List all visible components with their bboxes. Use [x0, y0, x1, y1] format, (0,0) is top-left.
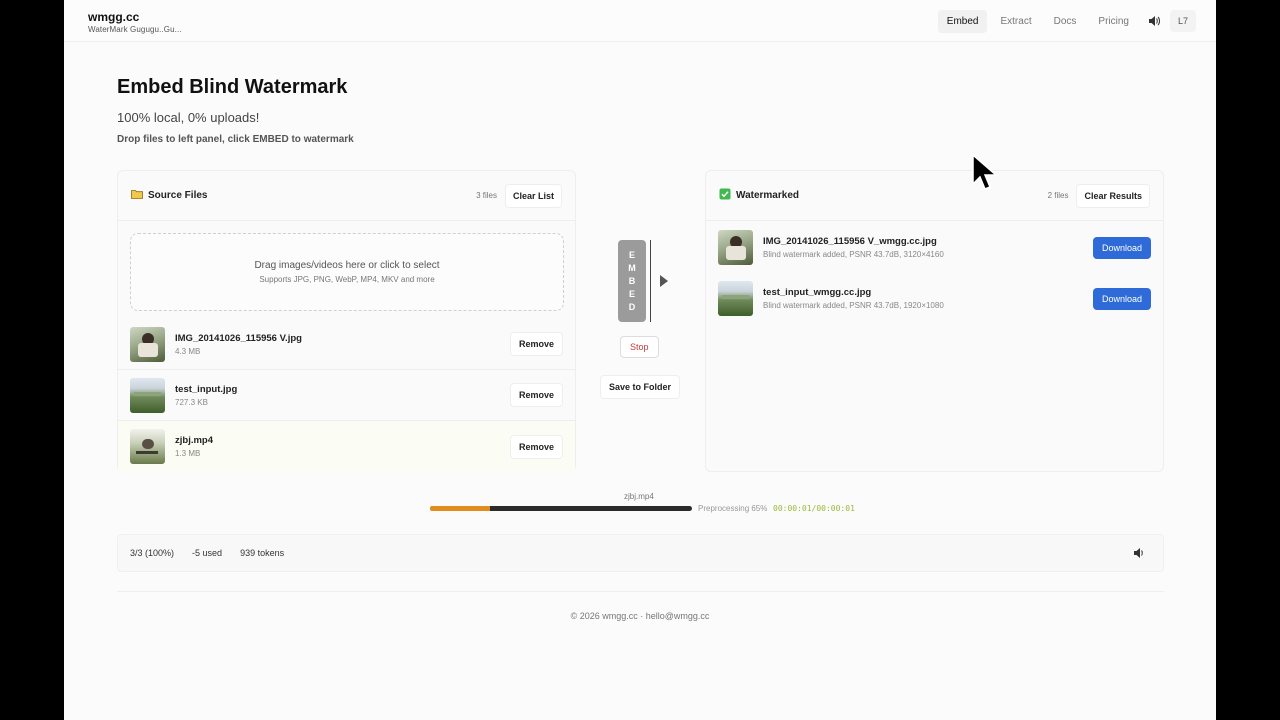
clear-list-button[interactable]: Clear List — [504, 183, 562, 208]
embed-divider — [650, 240, 651, 322]
progress-time: 00:00:01/00:00:01 — [773, 504, 855, 513]
nav-pricing[interactable]: Pricing — [1089, 10, 1138, 33]
remove-button[interactable]: Remove — [509, 434, 563, 459]
source-panel-header: Source Files 3 files Clear List — [118, 171, 575, 221]
footer-divider — [117, 591, 1164, 592]
status-tokens: 939 tokens — [240, 548, 285, 558]
nav-embed[interactable]: Embed — [937, 9, 988, 33]
result-file-info: Blind watermark added, PSNR 43.7dB, 3120… — [763, 250, 944, 259]
page-title: Embed Blind Watermark — [117, 76, 348, 98]
brand-tagline: WaterMark Gugugu..Gu... — [88, 25, 182, 34]
result-file-row: test_input_wmgg.cc.jpg Blind watermark a… — [706, 273, 1163, 324]
file-thumbnail — [718, 230, 753, 265]
status-bar: 3/3 (100%) -5 used 939 tokens — [117, 534, 1164, 572]
language-switch[interactable]: L7 — [1169, 10, 1196, 32]
progress-file-name: zjbj.mp4 — [624, 492, 654, 501]
embed-letter: M — [628, 262, 636, 273]
result-file-name: IMG_20141026_115956 V_wmgg.cc.jpg — [763, 236, 937, 247]
file-thumbnail — [130, 326, 165, 362]
stop-button[interactable]: Stop — [620, 336, 659, 358]
mouse-cursor-icon — [972, 153, 1000, 197]
embed-letter: D — [628, 301, 636, 312]
top-bar: wmgg.cc WaterMark Gugugu..Gu... Embed Ex… — [64, 0, 1216, 42]
result-file-info: Blind watermark added, PSNR 43.7dB, 1920… — [763, 301, 944, 310]
status-progress: 3/3 (100%) — [130, 548, 175, 558]
file-size: 727.3 KB — [175, 397, 208, 407]
result-file-row: IMG_20141026_115956 V_wmgg.cc.jpg Blind … — [706, 222, 1163, 273]
source-panel-title: Source Files — [148, 190, 208, 201]
file-name: zjbj.mp4 — [175, 435, 214, 446]
results-panel-header: Watermarked 2 files Clear Results — [706, 171, 1163, 221]
main-nav: Embed Extract Docs Pricing L7 — [937, 9, 1196, 33]
file-name: IMG_20141026_115956 V.jpg — [175, 332, 302, 344]
clear-results-button[interactable]: Clear Results — [1076, 183, 1150, 208]
status-used: -5 used — [192, 548, 223, 558]
embed-letter: B — [628, 275, 636, 286]
results-panel-title: Watermarked — [736, 190, 799, 201]
progress-fill — [430, 506, 491, 511]
file-name: test_input.jpg — [175, 383, 238, 395]
check-icon — [719, 188, 731, 203]
remove-button[interactable]: Remove — [509, 383, 563, 407]
page-hint: Drop files to left panel, click EMBED to… — [117, 134, 354, 145]
file-thumbnail — [718, 281, 753, 316]
footer-text: © 2026 wmgg.cc · hello@wmgg.cc — [570, 611, 710, 621]
arrow-right-icon — [660, 275, 668, 287]
embed-button[interactable]: E M B E D — [618, 240, 646, 322]
dropzone-formats: Supports JPG, PNG, WebP, MP4, MKV and mo… — [259, 275, 435, 284]
remove-button[interactable]: Remove — [509, 332, 563, 356]
source-file-count: 3 files — [476, 191, 497, 200]
source-file-row: test_input.jpg 727.3 KB Remove — [118, 370, 575, 421]
source-file-row: zjbj.mp4 1.3 MB Remove — [118, 421, 575, 472]
file-thumbnail — [130, 429, 165, 464]
embed-letter: E — [628, 288, 635, 299]
watermarked-panel: Watermarked 2 files Clear Results IMG_20… — [705, 170, 1164, 472]
file-size: 4.3 MB — [175, 346, 201, 356]
nav-docs[interactable]: Docs — [1045, 10, 1086, 33]
result-file-name: test_input_wmgg.cc.jpg — [763, 287, 872, 298]
save-to-folder-button[interactable]: Save to Folder — [600, 375, 681, 399]
file-size: 1.3 MB — [175, 449, 201, 458]
progress-bar — [430, 506, 692, 511]
results-file-count: 2 files — [1047, 191, 1069, 200]
page-subtitle: 100% local, 0% uploads! — [117, 110, 260, 125]
speaker-icon[interactable] — [1142, 9, 1166, 33]
source-files-panel: Source Files 3 files Clear List Drag ima… — [117, 170, 576, 472]
download-button[interactable]: Download — [1092, 236, 1151, 259]
page: wmgg.cc WaterMark Gugugu..Gu... Embed Ex… — [64, 0, 1216, 720]
brand-name: wmgg.cc — [88, 10, 140, 24]
progress-label: Preprocessing 65% — [698, 504, 768, 513]
file-dropzone[interactable]: Drag images/videos here or click to sele… — [130, 233, 564, 311]
brand-logo[interactable]: wmgg.cc WaterMark Gugugu..Gu... — [88, 10, 182, 34]
nav-extract[interactable]: Extract — [991, 10, 1040, 33]
file-thumbnail — [130, 377, 165, 413]
embed-letter: E — [628, 249, 635, 260]
source-file-row: IMG_20141026_115956 V.jpg 4.3 MB Remove — [118, 319, 575, 370]
download-button[interactable]: Download — [1092, 287, 1151, 310]
folder-icon — [131, 189, 143, 202]
speaker-icon[interactable] — [1133, 547, 1145, 562]
dropzone-text: Drag images/videos here or click to sele… — [254, 260, 440, 271]
